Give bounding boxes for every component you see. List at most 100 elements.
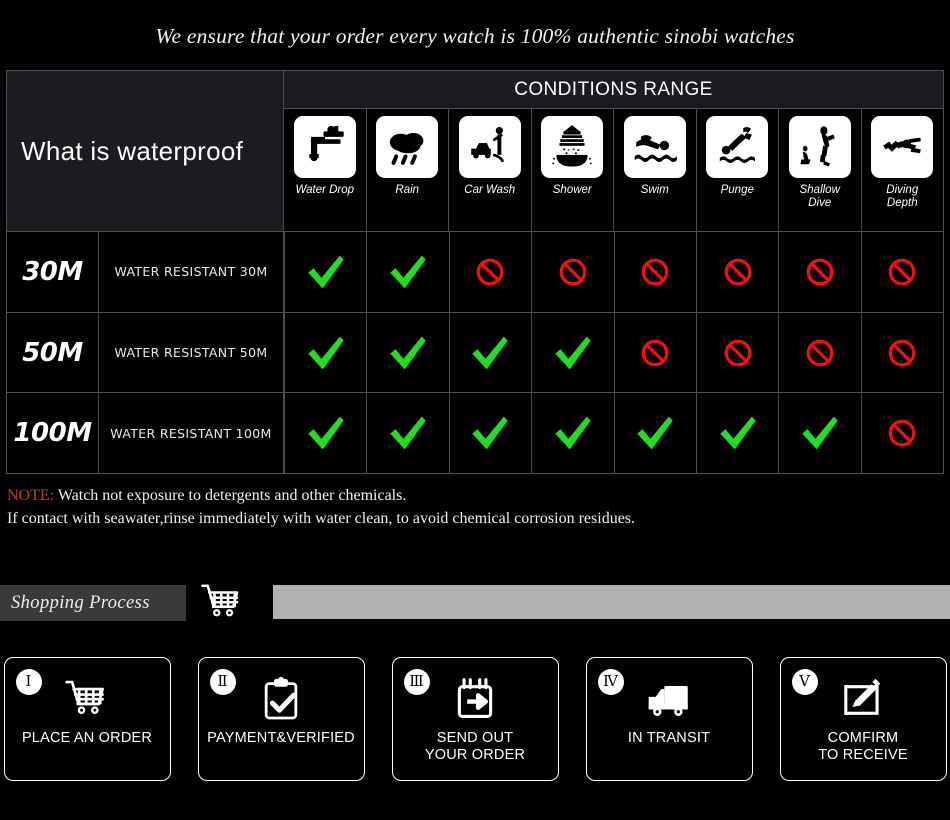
mark-cell-rain xyxy=(366,312,449,393)
step-payment-verified[interactable]: Ⅱ PAYMENT&VERIFIED xyxy=(197,657,365,781)
package-arrow-icon xyxy=(450,672,500,728)
note-block: NOTE: Watch not exposure to detergents a… xyxy=(7,484,907,530)
mark-cell-car-wash xyxy=(448,393,532,474)
step-in-transit[interactable]: Ⅳ IN TRANSIT xyxy=(585,657,753,781)
check-icon xyxy=(555,336,591,369)
mark-cell-diving-depth xyxy=(860,393,943,474)
table-header-left: What is waterproof xyxy=(7,71,284,231)
prohibited-icon xyxy=(641,339,669,366)
mark-cell-car-wash xyxy=(448,312,532,393)
mark-cell-shower xyxy=(531,393,614,474)
condition-label: Water Drop xyxy=(295,184,355,196)
mark-cell-shower xyxy=(531,232,614,312)
note-line-1: NOTE: Watch not exposure to detergents a… xyxy=(7,484,907,507)
shower-bath-icon xyxy=(541,116,604,178)
condition-label: Diving Depth xyxy=(886,184,919,209)
description-cell: WATER RESISTANT 30M xyxy=(99,232,284,312)
condition-columns: Water Drop Rain Car Wash Shower Swim Pun… xyxy=(284,109,943,231)
step-label: COMFIRM TO RECEIVE xyxy=(818,730,908,763)
condition-column-shallow-dive: Shallow Dive xyxy=(778,109,861,231)
prohibited-icon xyxy=(806,258,834,286)
prohibited-icon xyxy=(888,339,916,366)
shopping-process-steps: Ⅰ PLACE AN ORDER Ⅱ PAYMENT&VERIFIED Ⅲ SE… xyxy=(0,657,950,781)
mark-cell-shower xyxy=(531,312,614,393)
shopping-process-title-bar: Shopping Process xyxy=(0,585,186,621)
mark-cell-car-wash xyxy=(448,232,532,312)
condition-column-car-wash: Car Wash xyxy=(448,109,531,231)
depth-label: 100M xyxy=(13,418,92,449)
description-cell: WATER RESISTANT 50M xyxy=(99,312,284,393)
check-icon xyxy=(637,416,673,450)
step-send-out-your-order[interactable]: Ⅲ SEND OUT YOUR ORDER xyxy=(391,657,559,781)
step-place-an-order[interactable]: Ⅰ PLACE AN ORDER xyxy=(3,657,171,781)
prohibited-icon xyxy=(888,258,916,286)
depth-cell: 30M xyxy=(7,232,99,312)
condition-label: Shower xyxy=(552,184,592,196)
depth-cell: 100M xyxy=(7,393,99,474)
check-icon xyxy=(307,255,344,289)
condition-column-punge: Punge xyxy=(695,109,778,231)
condition-label: Punge xyxy=(720,184,754,196)
check-icon xyxy=(390,336,426,369)
check-icon xyxy=(390,255,426,289)
waterproof-table: What is waterproof CONDITIONS RANGE Wate… xyxy=(6,70,944,474)
shallow-dive-icon xyxy=(788,116,851,178)
prohibited-icon xyxy=(888,419,916,447)
shopping-cart-icon xyxy=(196,579,248,627)
condition-column-rain: Rain xyxy=(365,109,448,231)
step-numeral: Ⅳ xyxy=(597,669,624,695)
description-cell: WATER RESISTANT 100M xyxy=(99,393,284,474)
waterproof-infographic: We ensure that your order every watch is… xyxy=(0,0,950,820)
sign-pencil-icon xyxy=(837,672,889,728)
scuba-diver-icon xyxy=(871,116,934,178)
clipboard-check-icon xyxy=(256,672,306,728)
check-icon xyxy=(472,416,509,450)
step-numeral: Ⅰ xyxy=(15,669,42,695)
prohibited-icon xyxy=(724,258,751,286)
mark-cell-diving-depth xyxy=(860,232,943,312)
mark-cell-swim xyxy=(613,393,696,474)
prohibited-icon xyxy=(477,258,504,286)
step-label: PLACE AN ORDER xyxy=(21,730,153,746)
check-icon xyxy=(307,336,344,369)
faucet-drop-icon xyxy=(293,116,356,178)
condition-column-swim: Swim xyxy=(613,109,696,231)
mark-cell-punge xyxy=(695,393,779,474)
car-wash-icon xyxy=(458,116,521,178)
condition-label: Car Wash xyxy=(464,184,516,196)
prohibited-icon xyxy=(559,258,587,286)
step-comfirm-to-receive[interactable]: Ⅴ COMFIRM TO RECEIVE xyxy=(779,657,947,781)
mark-cell-water-drop xyxy=(284,232,367,312)
condition-column-diving-depth: Diving Depth xyxy=(860,109,943,231)
note-tag: NOTE: xyxy=(7,487,55,504)
condition-label: Rain xyxy=(395,184,420,196)
table-header-right: CONDITIONS RANGE Water Drop Rain Car Was… xyxy=(284,71,943,231)
mark-cell-swim xyxy=(613,232,696,312)
mark-cell-shallow-dive xyxy=(778,393,861,474)
step-numeral: Ⅱ xyxy=(209,669,236,695)
what-is-waterproof-label: What is waterproof xyxy=(21,135,244,166)
mark-cell-shallow-dive xyxy=(778,232,861,312)
condition-label: Swim xyxy=(640,184,669,196)
step-numeral: Ⅲ xyxy=(403,669,430,695)
step-label: SEND OUT YOUR ORDER xyxy=(424,730,526,763)
check-icon xyxy=(555,416,591,450)
check-icon xyxy=(472,336,509,369)
check-icon xyxy=(719,416,756,450)
note-line-1-text: Watch not exposure to detergents and oth… xyxy=(54,487,407,504)
prohibited-icon xyxy=(806,339,834,366)
step-numeral: Ⅴ xyxy=(791,669,818,695)
check-icon xyxy=(390,416,426,450)
shopping-process-grey-bar xyxy=(273,585,950,619)
note-line-2: If contact with seawater,rinse immediate… xyxy=(7,510,636,527)
shopping-cart-icon xyxy=(60,672,114,728)
mark-cell-punge xyxy=(695,312,779,393)
step-label: PAYMENT&VERIFIED xyxy=(207,730,355,746)
description-label: WATER RESISTANT 50M xyxy=(114,345,268,360)
mark-cell-shallow-dive xyxy=(778,312,861,393)
check-icon xyxy=(307,416,344,450)
description-label: WATER RESISTANT 100M xyxy=(110,425,272,441)
mark-cell-water-drop xyxy=(284,393,367,474)
page-title: We ensure that your order every watch is… xyxy=(155,23,795,48)
depth-label: 30M xyxy=(22,256,83,287)
